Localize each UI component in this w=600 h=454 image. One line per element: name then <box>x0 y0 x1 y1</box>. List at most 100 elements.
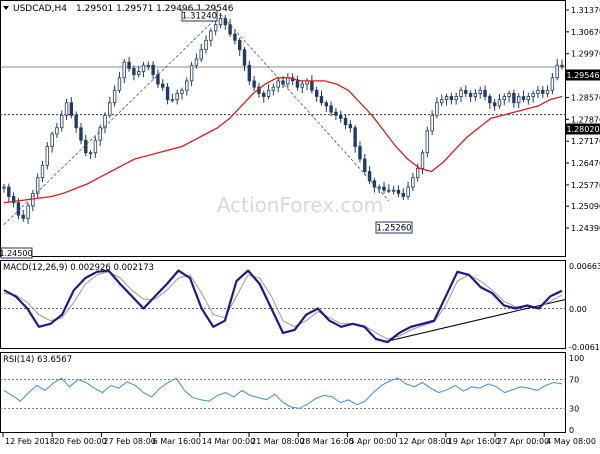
time-tick-label: 21 Mar 08:00 <box>251 437 304 446</box>
candle-body <box>492 102 497 107</box>
time-axis: 12 Feb 2018 20 Feb 00:0027 Feb 08:006 Mar… <box>2 433 596 446</box>
candle-body <box>180 89 184 94</box>
macd-axis-bottom: -0.006114 <box>569 343 600 352</box>
price-tick-label: 1.28570 <box>571 93 600 102</box>
candle-body <box>334 111 338 116</box>
price-tick-label: 1.27170 <box>571 137 600 146</box>
annotation-low: 1.25260 <box>376 224 411 234</box>
candle-body <box>213 24 218 32</box>
rsi-tick-label: 100 <box>569 354 584 363</box>
macd-axis-zero: 0.00 <box>569 305 587 314</box>
candle-body <box>502 96 506 101</box>
time-tick-label: 12 Apr 08:00 <box>399 437 451 446</box>
candle-body <box>430 114 434 132</box>
price-panel-frame <box>0 0 566 257</box>
price-tick-label: 1.27870 <box>571 115 600 124</box>
chart-window: ActionForex.com USDCAD,H4 1.29501 1.2957… <box>0 0 600 450</box>
candle-body <box>161 83 165 88</box>
candle-body <box>545 89 550 94</box>
candle-body <box>252 80 256 88</box>
candle-body <box>382 186 386 191</box>
candle-body <box>204 39 208 51</box>
candle-body <box>353 127 357 147</box>
price-tick-label: 1.30670 <box>571 28 600 37</box>
candle-body <box>16 202 21 216</box>
rsi-tick-label: 70 <box>569 376 579 385</box>
candle-body <box>146 64 151 67</box>
candle-body <box>541 89 545 94</box>
candle-body <box>526 96 531 101</box>
candle-body <box>343 117 348 126</box>
time-tick-label: 20 Feb 00:00 <box>54 437 106 446</box>
candle-body <box>247 64 252 82</box>
candle-body <box>324 102 328 107</box>
candle-body <box>411 177 415 188</box>
candle-body <box>420 152 425 169</box>
candle-body <box>93 139 98 154</box>
candle-body <box>377 186 381 189</box>
candle-body <box>560 64 564 68</box>
candle-body <box>521 96 526 101</box>
candle-body <box>45 146 49 166</box>
symbol-label: USDCAD,H4 <box>13 4 67 14</box>
candle-body <box>50 133 54 147</box>
candle-body <box>175 92 179 101</box>
time-tick-label: 27 Apr 00:00 <box>497 437 549 446</box>
candle-body <box>459 89 463 97</box>
candle-body <box>478 89 482 94</box>
candle-body <box>35 177 40 194</box>
candle-body <box>425 130 430 154</box>
candle-body <box>536 89 540 94</box>
candle-body <box>60 114 64 129</box>
candle-body <box>108 102 112 116</box>
candle-body <box>406 186 410 197</box>
candle-body <box>483 89 487 97</box>
candle-body <box>136 71 141 76</box>
candle-body <box>497 99 502 107</box>
candle-body <box>64 102 69 116</box>
price-tick-label: 1.25090 <box>571 202 600 211</box>
price-tick-label: 1.25770 <box>571 181 600 190</box>
time-tick-label: 19 Apr 16:00 <box>448 437 500 446</box>
candle-body <box>449 96 454 101</box>
macd-axis-top: 0.006639 <box>569 262 600 271</box>
candle-body <box>194 58 199 66</box>
current-price-label: 1.29546 <box>566 71 599 80</box>
candle-body <box>329 105 333 113</box>
rsi-panel-frame <box>0 352 566 433</box>
candle-body <box>387 189 391 192</box>
candle-body <box>79 127 83 141</box>
level-label: 1.28020 <box>566 125 599 134</box>
candle-body <box>401 192 405 197</box>
rsi-title: RSI(14) 63.6567 <box>3 355 72 365</box>
candle-body <box>300 83 304 88</box>
candle-body <box>88 152 93 155</box>
time-tick-label: 4 May 08:00 <box>546 437 596 446</box>
rsi-tick-label: 0 <box>569 426 574 435</box>
candle-body <box>238 39 242 51</box>
candle-body <box>40 164 45 179</box>
candle-body <box>488 96 492 104</box>
candle-body <box>218 18 223 26</box>
candle-body <box>233 33 237 41</box>
annotation-start: 1.24500 <box>0 249 33 258</box>
macd-title: MACD(12,26,9) 0.002926 0.002173 <box>3 263 154 273</box>
candle-body <box>444 96 449 101</box>
time-tick-label: 5 Apr 00:00 <box>349 437 396 446</box>
candle-body <box>555 64 559 79</box>
candle-body <box>156 74 160 85</box>
candle-body <box>55 127 59 135</box>
macd-panel-frame <box>0 260 566 349</box>
chart-svg: ActionForex.com USDCAD,H4 1.29501 1.2957… <box>0 0 600 446</box>
candle-body <box>310 80 314 91</box>
rsi-axis: 100 70 30 0 <box>569 354 584 435</box>
candle-body <box>151 64 155 76</box>
candle-body <box>464 89 468 94</box>
time-tick-label: 28 Mar 16:00 <box>300 437 353 446</box>
candle-body <box>262 92 266 97</box>
candle-body <box>7 186 11 197</box>
candle-body <box>339 114 343 119</box>
candle-body <box>435 102 439 116</box>
candle-body <box>319 96 324 104</box>
price-tick-label: 1.29970 <box>571 50 600 59</box>
